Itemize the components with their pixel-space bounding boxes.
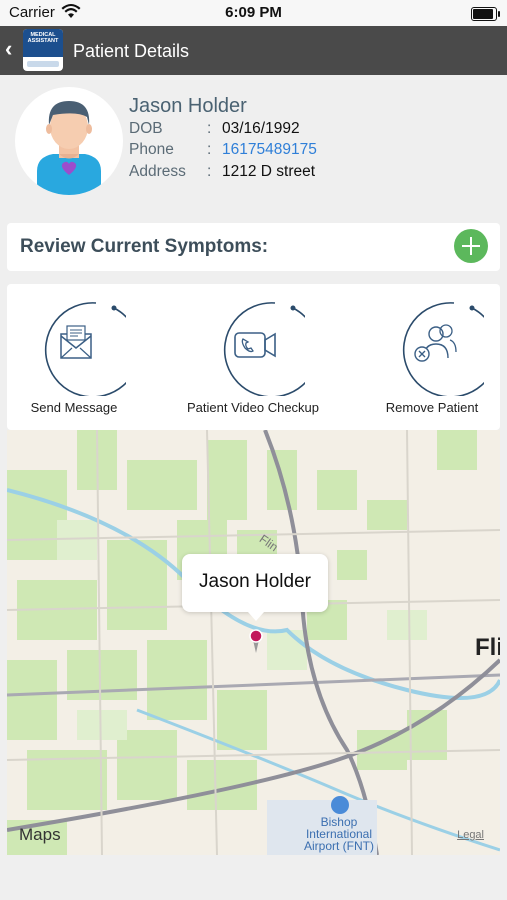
video-checkup-label: Patient Video Checkup bbox=[186, 400, 320, 415]
video-call-icon bbox=[223, 302, 305, 396]
video-checkup-button[interactable]: Patient Video Checkup bbox=[173, 296, 333, 426]
city-label: Fli bbox=[475, 634, 500, 661]
logo-text: MEDICAL ASSISTANT bbox=[23, 29, 63, 57]
send-message-button[interactable]: Send Message bbox=[0, 296, 154, 426]
apple-maps-logo: Maps bbox=[19, 825, 61, 844]
symptoms-card: Review Current Symptoms: bbox=[7, 223, 500, 271]
patient-profile: Jason Holder DOB : 03/16/1992 Phone : 16… bbox=[0, 75, 507, 215]
send-message-label: Send Message bbox=[30, 400, 118, 415]
legal-link[interactable]: Legal bbox=[457, 829, 484, 841]
remove-user-icon bbox=[402, 302, 484, 396]
remove-patient-button[interactable]: Remove Patient bbox=[352, 296, 507, 426]
airport-label: Bishop International Airport (FNT) bbox=[304, 815, 374, 853]
battery-icon bbox=[471, 7, 500, 21]
navigation-bar: ‹ MEDICAL ASSISTANT Patient Details bbox=[0, 26, 507, 75]
remove-patient-label: Remove Patient bbox=[385, 400, 479, 415]
map-callout[interactable]: Jason Holder bbox=[182, 554, 328, 621]
map-pin-icon[interactable] bbox=[249, 629, 263, 653]
page-title: Patient Details bbox=[73, 41, 190, 61]
add-symptom-icon[interactable] bbox=[454, 229, 488, 263]
envelope-icon bbox=[44, 302, 126, 396]
map-view[interactable]: Flin Fli Bishop International Airport (F… bbox=[7, 430, 500, 855]
status-bar: Carrier 6:09 PM bbox=[0, 0, 507, 26]
back-chevron-icon[interactable]: ‹ bbox=[5, 38, 12, 60]
app-logo: MEDICAL ASSISTANT bbox=[23, 29, 63, 71]
patient-name: Jason Holder bbox=[129, 95, 247, 117]
phone-label: Phone bbox=[129, 141, 174, 158]
status-time: 6:09 PM bbox=[225, 4, 282, 21]
address-value: 1212 D street bbox=[222, 163, 316, 180]
dob-value: 03/16/1992 bbox=[222, 120, 300, 137]
address-label: Address bbox=[129, 163, 186, 180]
dob-label: DOB bbox=[129, 120, 163, 137]
airport-icon bbox=[331, 796, 349, 814]
phone-link[interactable]: 16175489175 bbox=[222, 141, 317, 159]
callout-title: Jason Holder bbox=[199, 571, 311, 592]
avatar bbox=[15, 87, 123, 195]
symptoms-title: Review Current Symptoms: bbox=[20, 236, 269, 257]
actions-card: Send Message Patient Video Checkup Remov… bbox=[7, 284, 500, 430]
